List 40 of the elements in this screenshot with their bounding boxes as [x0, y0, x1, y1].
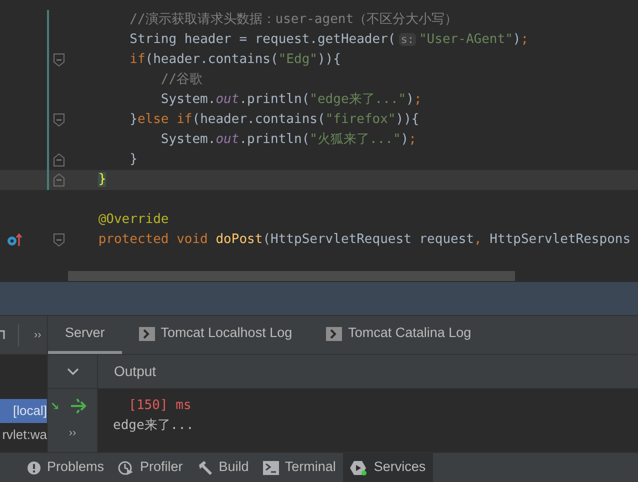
tool-window-tab[interactable]: Problems: [20, 453, 112, 482]
tool-window-tab[interactable]: Terminal: [256, 453, 343, 482]
tree-item[interactable]: [local]: [0, 399, 47, 423]
deploy-icon[interactable]: [70, 397, 88, 415]
output-header: Output: [98, 355, 638, 389]
fold-marker-icon[interactable]: [53, 113, 65, 127]
output-line: edge来了...: [113, 417, 194, 435]
output-line: [150] ms: [128, 397, 192, 415]
profiler-icon: [118, 460, 134, 476]
terminal-icon: [262, 460, 279, 474]
fold-marker-icon[interactable]: [53, 153, 65, 167]
panel-icon[interactable]: [0, 328, 6, 342]
services-icon: [350, 460, 368, 476]
more-button[interactable]: ››: [34, 326, 42, 344]
chevron-down-icon[interactable]: [66, 368, 78, 376]
tool-window-tab[interactable]: Services: [342, 453, 433, 482]
hammer-icon: [196, 460, 213, 476]
code-line: if(header.contains("Edg")){: [128, 51, 341, 69]
arrow-icon[interactable]: [52, 403, 58, 409]
tool-window-tab[interactable]: Profiler: [111, 453, 190, 482]
tree-item[interactable]: rvlet:wa: [0, 423, 47, 447]
code-line: }else if(header.contains("firefox")){: [128, 111, 420, 129]
horizontal-scrollbar[interactable]: [68, 271, 515, 281]
more-button[interactable]: ››: [48, 425, 97, 442]
code-line: }: [128, 151, 138, 169]
fold-marker-icon[interactable]: [53, 233, 65, 247]
override-marker-icon[interactable]: [7, 233, 23, 247]
code-line: //演示获取请求头数据：user-agent（不区分大小写）: [128, 11, 458, 29]
code-line: @Override: [97, 211, 169, 229]
fold-marker-icon[interactable]: [53, 173, 65, 187]
tab[interactable]: Tomcat Localhost Log: [122, 316, 310, 354]
code-line: String header = request.getHeader( s: "User-AGent");: [128, 31, 529, 49]
code-line: //谷歌: [160, 71, 203, 89]
warning-icon: [27, 460, 41, 474]
code-line: System.out.println("火狐来了...");: [160, 131, 416, 149]
fold-marker-icon[interactable]: [53, 53, 65, 67]
code-line: protected void doPost(HttpServletRequest request, HttpServletRespons: [97, 231, 631, 249]
tool-window-tab[interactable]: Build: [190, 453, 256, 482]
code-line: System.out.println("edge来了...");: [160, 91, 422, 109]
tab[interactable]: Tomcat Catalina Log: [309, 316, 488, 354]
